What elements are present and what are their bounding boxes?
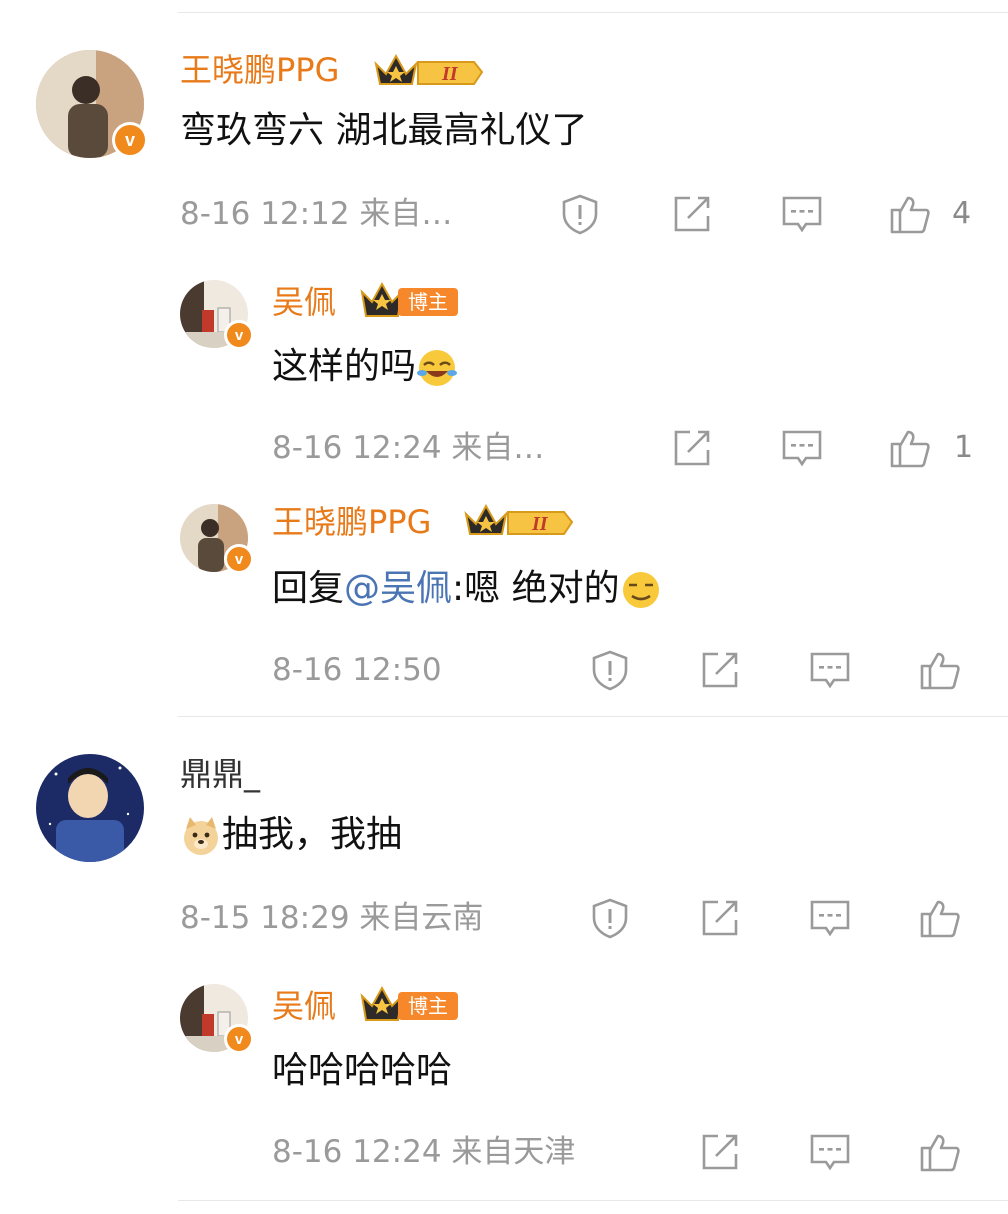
comment-text: 弯玖弯六 湖北最高礼仪了 (180, 110, 588, 151)
blogger-badge: 博主 (358, 280, 462, 320)
reply-text: 哈哈哈哈哈 (272, 1050, 453, 1091)
avatar[interactable]: v (180, 280, 254, 350)
separator (178, 1200, 1008, 1201)
avatar[interactable] (36, 754, 144, 862)
reply-time: 8-16 12:50 (272, 652, 442, 688)
comment-meta: 8-15 18:29 来自云南 (180, 898, 483, 938)
reply-meta: 8-16 12:50 (272, 650, 442, 690)
reply-time: 8-16 12:24 (272, 430, 442, 466)
laugh-cry-emoji-icon (417, 350, 458, 386)
comment-icon[interactable] (780, 426, 824, 470)
comment-time: 8-16 12:12 (180, 196, 350, 232)
smirk-emoji-icon (622, 572, 659, 608)
avatar[interactable]: v (180, 504, 254, 574)
verified-badge-icon: v (224, 320, 254, 350)
member-crown-icon: II (464, 503, 574, 535)
comment-icon[interactable] (808, 648, 852, 692)
reply-author[interactable]: 吴佩 (272, 986, 336, 1026)
like-count: 4 (952, 196, 972, 231)
like-count: 1 (954, 430, 974, 465)
separator-top (178, 12, 1008, 13)
doge-emoji-icon (184, 817, 218, 855)
like-icon[interactable] (918, 1130, 962, 1174)
reply-author[interactable]: 王晓鹏PPG (272, 502, 431, 542)
reply-text: 回复@吴佩:嗯 绝对的 (272, 566, 662, 612)
reply-source: 来自天津 (451, 1134, 576, 1170)
comment-content: 抽我，我抽 (222, 814, 403, 855)
blogger-badge-label: 博主 (398, 992, 458, 1020)
comment-source: 来自云南 (359, 900, 484, 936)
comment-meta: 8-16 12:12 来自… (180, 194, 452, 234)
blogger-badge-label: 博主 (398, 288, 458, 316)
verified-badge-icon: v (112, 122, 148, 158)
comment-author[interactable]: 王晓鹏PPG (180, 50, 339, 90)
report-icon[interactable] (588, 648, 632, 692)
reply-meta: 8-16 12:24 来自… (272, 428, 544, 468)
crown-numeral: II (441, 63, 459, 85)
reply-content: 这样的吗 (272, 346, 417, 387)
comment-icon[interactable] (808, 1130, 852, 1174)
reply-time: 8-16 12:24 (272, 1134, 442, 1170)
avatar[interactable]: v (36, 50, 148, 158)
report-icon[interactable] (558, 192, 602, 236)
reply-meta: 8-16 12:24 来自天津 (272, 1132, 575, 1172)
reply-content: :嗯 绝对的 (452, 568, 620, 609)
comment-author[interactable]: 鼎鼎_ (180, 754, 260, 794)
verified-badge-icon: v (224, 1024, 254, 1054)
reply-author[interactable]: 吴佩 (272, 282, 336, 322)
reply-prefix: 回复 (272, 568, 345, 609)
avatar[interactable]: v (180, 984, 254, 1054)
reply-text: 这样的吗 (272, 344, 458, 390)
like-icon[interactable] (918, 648, 962, 692)
comment-icon[interactable] (780, 192, 824, 236)
like-icon[interactable] (918, 896, 962, 940)
report-icon[interactable] (588, 896, 632, 940)
repost-icon[interactable] (670, 192, 714, 236)
repost-icon[interactable] (698, 1130, 742, 1174)
comment-time: 8-15 18:29 (180, 900, 350, 936)
member-crown-icon: II (374, 53, 484, 85)
like-icon[interactable] (888, 426, 932, 470)
like-icon[interactable] (888, 192, 932, 236)
comment-text: 抽我，我抽 (180, 812, 402, 858)
mention-link[interactable]: @吴佩 (344, 568, 452, 609)
crown-numeral: II (531, 513, 549, 535)
blogger-badge: 博主 (358, 984, 462, 1024)
reply-source: 来自… (451, 430, 545, 466)
repost-icon[interactable] (670, 426, 714, 470)
separator (178, 716, 1008, 717)
repost-icon[interactable] (698, 648, 742, 692)
repost-icon[interactable] (698, 896, 742, 940)
verified-badge-icon: v (224, 544, 254, 574)
comment-source: 来自… (359, 196, 453, 232)
comment-icon[interactable] (808, 896, 852, 940)
